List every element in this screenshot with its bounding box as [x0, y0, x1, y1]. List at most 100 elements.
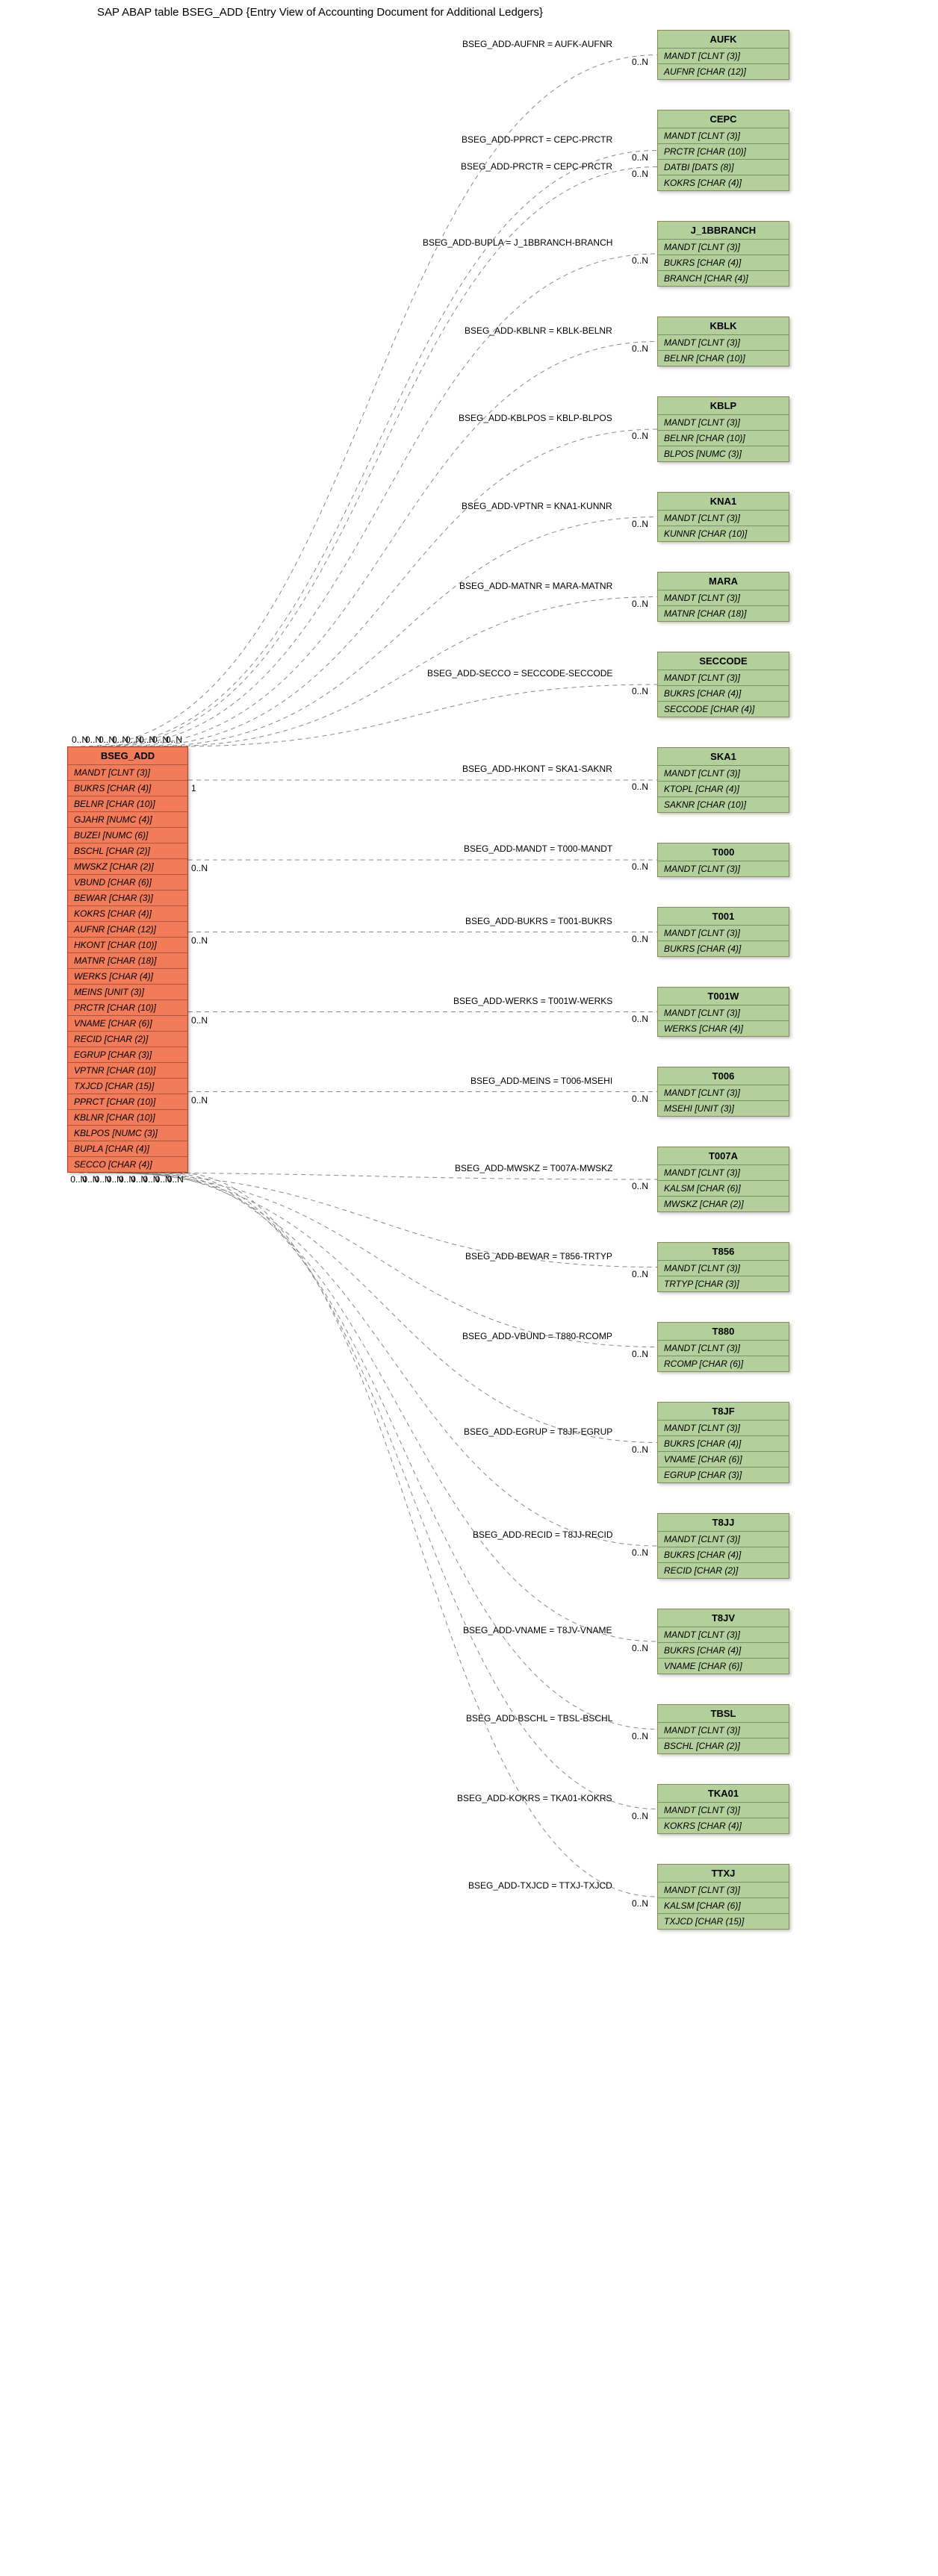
entity-bseg-add: BSEG_ADDMANDT [CLNT (3)]BUKRS [CHAR (4)]… — [67, 746, 188, 1173]
entity-field: MANDT [CLNT (3)] — [658, 1532, 789, 1547]
entity-header: T001W — [658, 988, 789, 1005]
entity-t8jj: T8JJMANDT [CLNT (3)]BUKRS [CHAR (4)]RECI… — [657, 1513, 789, 1579]
entity-field: TXJCD [CHAR (15)] — [658, 1914, 789, 1929]
entity-header: TBSL — [658, 1705, 789, 1723]
relation-label: BSEG_ADD-TXJCD = TTXJ-TXJCD — [468, 1880, 612, 1891]
entity-field: MANDT [CLNT (3)] — [658, 1803, 789, 1818]
entity-header: T856 — [658, 1243, 789, 1261]
cardinality-far: 0..N — [632, 1643, 648, 1653]
entity-field: WERKS [CHAR (4)] — [658, 1021, 789, 1036]
entity-field: RECID [CHAR (2)] — [68, 1032, 187, 1047]
relation-edge — [148, 517, 657, 747]
entity-field: KOKRS [CHAR (4)] — [658, 175, 789, 190]
entity-t880: T880MANDT [CLNT (3)]RCOMP [CHAR (6)] — [657, 1322, 789, 1372]
entity-field: BSCHL [CHAR (2)] — [658, 1738, 789, 1753]
relation-label: BSEG_ADD-MATNR = MARA-MATNR — [459, 581, 612, 591]
cardinality-near: 1 — [191, 783, 196, 793]
entity-field: KALSM [CHAR (6)] — [658, 1181, 789, 1197]
entity-field: MANDT [CLNT (3)] — [658, 1085, 789, 1101]
entity-field: AUFNR [CHAR (12)] — [658, 64, 789, 79]
entity-field: MANDT [CLNT (3)] — [68, 765, 187, 781]
entity-t001w: T001WMANDT [CLNT (3)]WERKS [CHAR (4)] — [657, 987, 789, 1037]
cardinality-far: 0..N — [632, 934, 648, 944]
cardinality-near: 0..N — [191, 1095, 208, 1105]
cardinality-near: 0..N — [191, 863, 208, 873]
entity-header: J_1BBRANCH — [658, 222, 789, 240]
entity-field: BUKRS [CHAR (4)] — [658, 941, 789, 956]
entity-field: HKONT [CHAR (10)] — [68, 938, 187, 953]
entity-field: TXJCD [CHAR (15)] — [68, 1079, 187, 1094]
entity-field: PRCTR [CHAR (10)] — [68, 1000, 187, 1016]
relation-label: BSEG_ADD-AUFNR = AUFK-AUFNR — [462, 39, 612, 49]
entity-field: MANDT [CLNT (3)] — [658, 511, 789, 526]
entity-kblk: KBLKMANDT [CLNT (3)]BELNR [CHAR (10)] — [657, 316, 789, 367]
cardinality-far: 0..N — [632, 1014, 648, 1024]
entity-field: MANDT [CLNT (3)] — [658, 128, 789, 144]
entity-field: MANDT [CLNT (3)] — [658, 670, 789, 686]
cardinality-near: 0..N — [191, 935, 208, 946]
entity-field: TRTYP [CHAR (3)] — [658, 1276, 789, 1291]
relation-edge — [140, 1173, 657, 1641]
cardinality-far: 0..N — [632, 169, 648, 179]
entity-field: MANDT [CLNT (3)] — [658, 926, 789, 941]
relation-edge — [121, 342, 657, 747]
entity-field: RCOMP [CHAR (6)] — [658, 1356, 789, 1371]
entity-field: VPTNR [CHAR (10)] — [68, 1063, 187, 1079]
cardinality-near: 0..N — [166, 735, 182, 745]
entity-field: BUZEI [NUMC (6)] — [68, 828, 187, 843]
entity-field: BRANCH [CHAR (4)] — [658, 271, 789, 286]
entity-field: KUNNR [CHAR (10)] — [658, 526, 789, 541]
relation-label: BSEG_ADD-HKONT = SKA1-SAKNR — [462, 764, 612, 774]
entity-field: SECCO [CHAR (4)] — [68, 1157, 187, 1172]
entity-field: DATBI [DATS (8)] — [658, 160, 789, 175]
entity-field: MANDT [CLNT (3)] — [658, 1261, 789, 1276]
entity-ttxj: TTXJMANDT [CLNT (3)]KALSM [CHAR (6)]TXJC… — [657, 1864, 789, 1930]
entity-field: VBUND [CHAR (6)] — [68, 875, 187, 891]
cardinality-far: 0..N — [632, 1444, 648, 1455]
relation-label: BSEG_ADD-KBLNR = KBLK-BELNR — [465, 325, 612, 336]
entity-ska1: SKA1MANDT [CLNT (3)]KTOPL [CHAR (4)]SAKN… — [657, 747, 789, 813]
relation-label: BSEG_ADD-MEINS = T006-MSEHI — [470, 1076, 612, 1086]
entity-field: MANDT [CLNT (3)] — [658, 1341, 789, 1356]
relation-label: BSEG_ADD-VNAME = T8JV-VNAME — [463, 1625, 612, 1635]
relation-edge — [100, 167, 657, 747]
entity-field: RECID [CHAR (2)] — [658, 1563, 789, 1578]
entity-header: SKA1 — [658, 748, 789, 766]
entity-field: MSEHI [UNIT (3)] — [658, 1101, 789, 1116]
entity-field: MANDT [CLNT (3)] — [658, 861, 789, 876]
entity-field: BUKRS [CHAR (4)] — [658, 1643, 789, 1659]
edges-svg — [0, 0, 938, 2576]
relation-label: BSEG_ADD-BUKRS = T001-BUKRS — [465, 916, 612, 926]
entity-field: BEWAR [CHAR (3)] — [68, 891, 187, 906]
entity-tbsl: TBSLMANDT [CLNT (3)]BSCHL [CHAR (2)] — [657, 1704, 789, 1754]
entity-t001: T001MANDT [CLNT (3)]BUKRS [CHAR (4)] — [657, 907, 789, 957]
entity-t8jf: T8JFMANDT [CLNT (3)]BUKRS [CHAR (4)]VNAM… — [657, 1402, 789, 1483]
entity-field: BUKRS [CHAR (4)] — [658, 686, 789, 702]
entity-j_1bbranch: J_1BBRANCHMANDT [CLNT (3)]BUKRS [CHAR (4… — [657, 221, 789, 287]
entity-kblp: KBLPMANDT [CLNT (3)]BELNR [CHAR (10)]BLP… — [657, 396, 789, 462]
entity-field: MWSKZ [CHAR (2)] — [68, 859, 187, 875]
entity-tka01: TKA01MANDT [CLNT (3)]KOKRS [CHAR (4)] — [657, 1784, 789, 1834]
entity-field: VNAME [CHAR (6)] — [658, 1659, 789, 1674]
entity-field: BUKRS [CHAR (4)] — [658, 1436, 789, 1452]
entity-header: T000 — [658, 843, 789, 861]
entity-field: MWSKZ [CHAR (2)] — [658, 1197, 789, 1211]
cardinality-far: 0..N — [632, 782, 648, 792]
cardinality-far: 0..N — [632, 519, 648, 529]
entity-field: BELNR [CHAR (10)] — [68, 796, 187, 812]
entity-cepc: CEPCMANDT [CLNT (3)]PRCTR [CHAR (10)]DAT… — [657, 110, 789, 191]
entity-header: T007A — [658, 1147, 789, 1165]
entity-field: EGRUP [CHAR (3)] — [68, 1047, 187, 1063]
entity-header: AUFK — [658, 31, 789, 49]
entity-field: MANDT [CLNT (3)] — [658, 240, 789, 255]
relation-label: BSEG_ADD-SECCO = SECCODE-SECCODE — [427, 668, 612, 679]
relation-label: BSEG_ADD-KOKRS = TKA01-KOKRS — [457, 1793, 612, 1803]
entity-field: KTOPL [CHAR (4)] — [658, 782, 789, 797]
entity-field: SAKNR [CHAR (10)] — [658, 797, 789, 812]
relation-label: BSEG_ADD-BEWAR = T856-TRTYP — [465, 1251, 612, 1262]
cardinality-far: 0..N — [632, 57, 648, 67]
entity-field: MANDT [CLNT (3)] — [658, 1005, 789, 1021]
entity-t007a: T007AMANDT [CLNT (3)]KALSM [CHAR (6)]MWS… — [657, 1147, 789, 1212]
entity-field: BUPLA [CHAR (4)] — [68, 1141, 187, 1157]
entity-field: BELNR [CHAR (10)] — [658, 351, 789, 366]
